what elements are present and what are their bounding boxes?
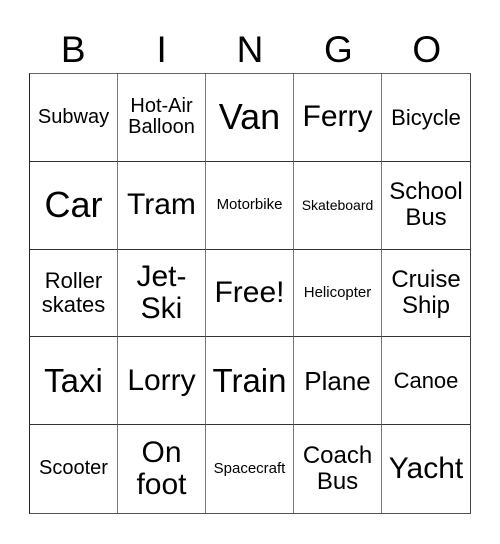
bingo-cell[interactable]: Motorbike bbox=[206, 161, 294, 250]
bingo-cell[interactable]: Canoe bbox=[382, 337, 470, 426]
header-letter-g: G bbox=[323, 29, 353, 70]
bingo-cell[interactable]: Train bbox=[206, 337, 294, 426]
bingo-cell[interactable]: Cruise Ship bbox=[382, 250, 470, 338]
bingo-cell[interactable]: Taxi bbox=[30, 337, 118, 426]
bingo-cell[interactable]: Bicycle bbox=[382, 74, 470, 162]
bingo-grid: Subway Hot-Air Balloon Van Ferry Bicycle… bbox=[29, 73, 471, 514]
header-letter-o: O bbox=[412, 29, 442, 70]
bingo-cell[interactable]: Ferry bbox=[294, 74, 382, 162]
bingo-cell[interactable]: Lorry bbox=[118, 337, 206, 426]
bingo-cell[interactable]: Helicopter bbox=[294, 249, 382, 338]
bingo-cell[interactable]: Van bbox=[206, 74, 294, 162]
bingo-cell[interactable]: School Bus bbox=[382, 162, 470, 250]
bingo-cell[interactable]: Scooter bbox=[30, 425, 118, 513]
bingo-cell[interactable]: Plane bbox=[294, 337, 382, 426]
header-letter-i: I bbox=[156, 29, 167, 70]
bingo-cell[interactable]: Hot-Air Balloon bbox=[118, 74, 206, 162]
header-letter-b: B bbox=[60, 29, 86, 70]
header-letter-n: N bbox=[236, 29, 264, 70]
bingo-cell[interactable]: Car bbox=[30, 161, 118, 250]
free-space-cell[interactable]: Free! bbox=[206, 249, 294, 338]
bingo-cell[interactable]: Jet-Ski bbox=[118, 249, 206, 338]
bingo-cell[interactable]: Skateboard bbox=[294, 161, 382, 250]
bingo-cell[interactable]: Tram bbox=[118, 161, 206, 250]
bingo-cell[interactable]: Subway bbox=[30, 74, 118, 162]
bingo-cell[interactable]: Coach Bus bbox=[294, 425, 382, 513]
bingo-cell[interactable]: Roller skates bbox=[30, 249, 118, 338]
bingo-cell[interactable]: On foot bbox=[118, 425, 206, 513]
bingo-header: B I N G O bbox=[29, 28, 471, 72]
bingo-cell[interactable]: Yacht bbox=[382, 425, 470, 513]
bingo-cell[interactable]: Spacecraft bbox=[206, 425, 294, 513]
